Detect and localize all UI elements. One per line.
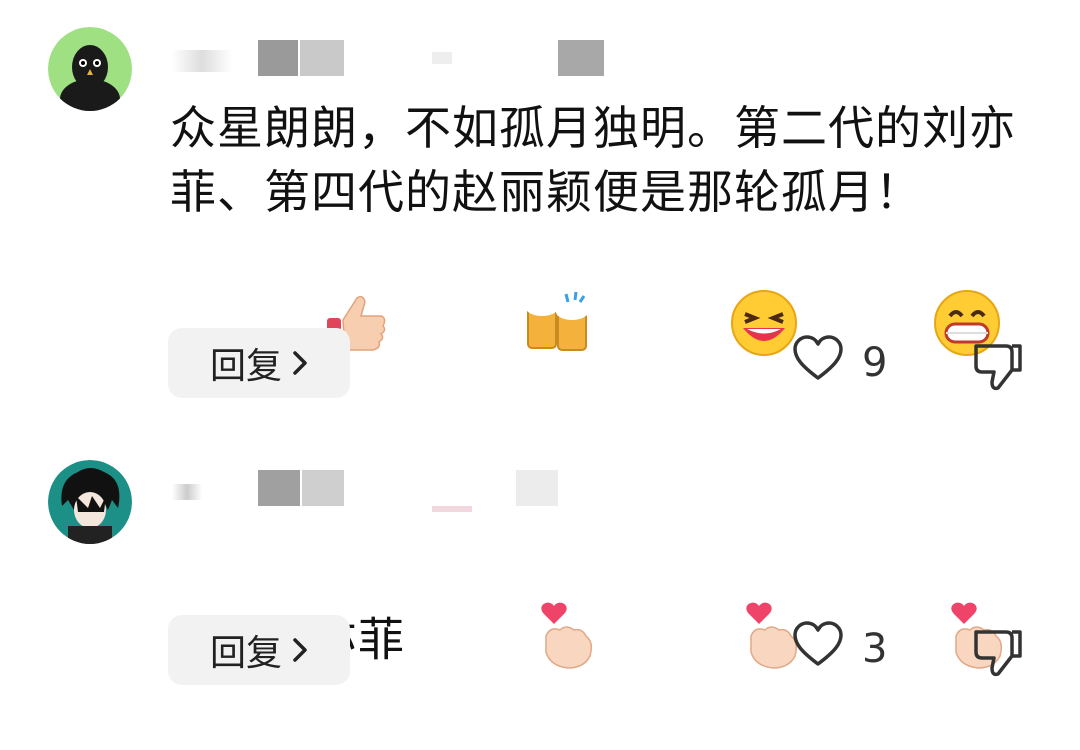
like-button[interactable]: 3	[792, 620, 887, 678]
reply-button[interactable]: 回复	[168, 328, 350, 398]
username-redacted	[172, 40, 612, 80]
thumbs-down-icon[interactable]	[972, 626, 1024, 678]
comment-item: 只爱刘亦菲 回复	[0, 440, 1080, 718]
avatar[interactable]	[48, 27, 132, 111]
beer-mugs-icon	[397, 226, 596, 436]
username-redacted	[172, 470, 572, 512]
laughing-face-icon	[604, 224, 799, 438]
chevron-right-icon	[292, 350, 308, 376]
comment-item: 众星朗朗，不如孤月独明。第二代的刘亦菲、第四代的赵丽颖便是那轮孤月！ 回复 9	[0, 0, 1080, 410]
like-button[interactable]: 9	[792, 334, 887, 392]
grinning-face-icon	[807, 224, 1002, 438]
avatar[interactable]	[48, 460, 132, 544]
heart-icon	[792, 334, 844, 392]
chevron-right-icon	[292, 637, 308, 663]
reply-label: 回复	[209, 633, 282, 674]
reply-button[interactable]: 回复	[168, 615, 350, 685]
like-count: 9	[862, 340, 888, 386]
heart-icon	[792, 620, 844, 678]
thumbs-down-icon[interactable]	[972, 340, 1024, 392]
reply-label: 回复	[209, 346, 282, 387]
like-count: 3	[862, 626, 888, 672]
